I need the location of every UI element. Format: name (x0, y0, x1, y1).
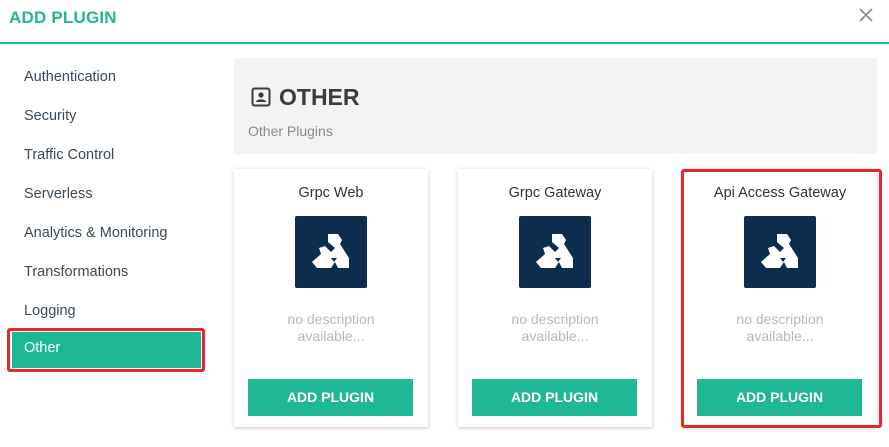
sidebar-item-transformations[interactable]: Transformations (24, 264, 128, 280)
close-icon[interactable] (855, 4, 877, 26)
modal-header: ADD PLUGIN (0, 0, 889, 44)
add-plugin-button[interactable]: ADD PLUGIN (472, 379, 637, 416)
add-plugin-button[interactable]: ADD PLUGIN (697, 379, 862, 416)
sidebar-item-security[interactable]: Security (24, 108, 76, 124)
plugin-description: no description available... (511, 311, 599, 344)
category-header: OTHER Other Plugins (234, 58, 877, 154)
kong-gorilla-icon (744, 216, 816, 288)
sidebar-item-authentication[interactable]: Authentication (24, 69, 116, 85)
plugin-card-grpc-gateway: Grpc Gateway no description available...… (458, 169, 652, 427)
kong-gorilla-icon (295, 216, 367, 288)
sidebar-item-traffic-control[interactable]: Traffic Control (24, 147, 114, 163)
plugin-card-api-access-gateway: Api Access Gateway no description availa… (683, 169, 877, 427)
sidebar-item-logging[interactable]: Logging (24, 303, 76, 319)
category-subtitle: Other Plugins (248, 123, 333, 139)
plugin-name: Grpc Web (298, 185, 364, 201)
plugin-card-grpc-web: Grpc Web no description available... ADD… (234, 169, 428, 427)
sidebar-item-other[interactable]: Other (12, 332, 201, 368)
sidebar-item-serverless[interactable]: Serverless (24, 186, 93, 202)
plugin-name: Api Access Gateway (713, 185, 847, 201)
category-title: OTHER (279, 84, 360, 110)
add-plugin-button[interactable]: ADD PLUGIN (248, 379, 413, 416)
plugin-name: Grpc Gateway (508, 185, 602, 201)
kong-gorilla-icon (519, 216, 591, 288)
sidebar-item-analytics-monitoring[interactable]: Analytics & Monitoring (24, 225, 167, 241)
plugin-description: no description available... (287, 311, 375, 344)
modal-title: ADD PLUGIN (9, 8, 117, 27)
plugin-description: no description available... (736, 311, 824, 344)
contact-card-icon (251, 87, 271, 107)
